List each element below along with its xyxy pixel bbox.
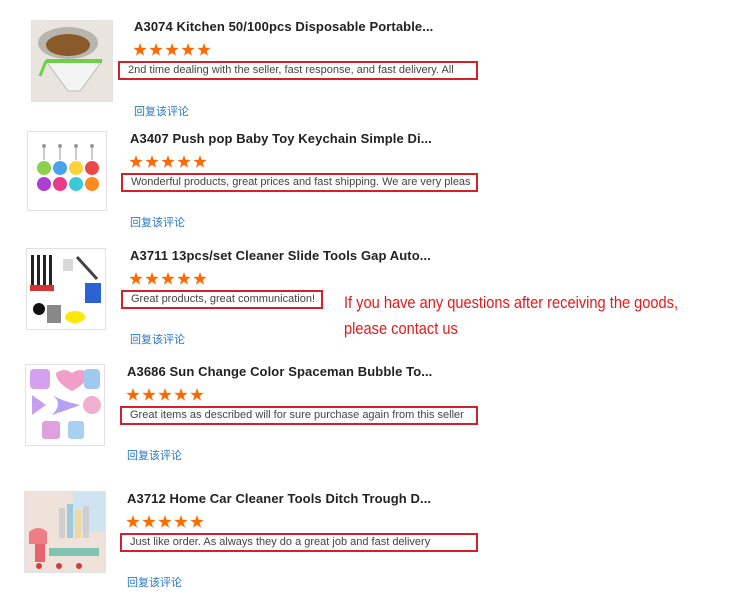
star-icon — [142, 388, 156, 401]
star-icon — [126, 388, 140, 401]
push-pop-keychain-icon — [37, 144, 99, 191]
product-thumbnail[interactable] — [27, 131, 107, 211]
star-icon — [165, 43, 179, 56]
product-title[interactable]: A3407 Push pop Baby Toy Keychain Simple … — [130, 131, 432, 146]
star-rating — [133, 43, 211, 59]
star-icon — [145, 155, 159, 168]
star-icon — [158, 388, 172, 401]
star-icon — [190, 515, 204, 528]
star-icon — [177, 272, 191, 285]
star-icon — [149, 43, 163, 56]
star-icon — [158, 515, 172, 528]
contact-notice-line-2: please contact us — [344, 319, 458, 338]
star-icon — [197, 43, 211, 56]
star-rating — [126, 515, 204, 531]
product-thumbnail[interactable] — [24, 491, 106, 573]
contact-notice-line-1: If you have any questions after receivin… — [344, 293, 679, 312]
cleaning-brush-set-icon — [30, 255, 101, 323]
reply-link[interactable]: 回复该评论 — [134, 103, 189, 119]
product-title[interactable]: A3712 Home Car Cleaner Tools Ditch Troug… — [127, 491, 431, 506]
product-thumbnail[interactable] — [25, 364, 105, 446]
star-icon — [161, 155, 175, 168]
review-comment: 2nd time dealing with the seller, fast r… — [118, 61, 478, 80]
star-icon — [129, 272, 143, 285]
kitchen-strainer-bag-icon — [32, 21, 112, 101]
product-thumbnail[interactable] — [26, 248, 106, 330]
star-icon — [174, 388, 188, 401]
reply-link[interactable]: 回复该评论 — [130, 331, 185, 347]
star-icon — [181, 43, 195, 56]
reply-link[interactable]: 回复该评论 — [127, 447, 182, 463]
review-comment: Great products, great communication! — [121, 290, 323, 309]
star-icon — [161, 272, 175, 285]
review-comment: Just like order. As always they do a gre… — [120, 533, 478, 552]
product-title[interactable]: A3711 13pcs/set Cleaner Slide Tools Gap … — [130, 248, 431, 263]
star-icon — [193, 155, 207, 168]
star-rating — [129, 155, 207, 171]
star-icon — [142, 515, 156, 528]
star-icon — [145, 272, 159, 285]
star-icon — [126, 515, 140, 528]
review-comment: Great items as described will for sure p… — [120, 406, 478, 425]
star-icon — [129, 155, 143, 168]
star-icon — [177, 155, 191, 168]
star-rating — [129, 272, 207, 288]
star-icon — [133, 43, 147, 56]
review-comment: Wonderful products, great prices and fas… — [121, 173, 478, 192]
product-thumbnail[interactable] — [31, 20, 113, 102]
star-icon — [193, 272, 207, 285]
contact-notice: If you have any questions after receivin… — [344, 290, 678, 342]
product-title[interactable]: A3686 Sun Change Color Spaceman Bubble T… — [127, 364, 432, 379]
car-cleaner-tools-icon — [25, 492, 105, 572]
star-rating — [126, 388, 204, 404]
star-icon — [190, 388, 204, 401]
reply-link[interactable]: 回复该评论 — [130, 214, 185, 230]
reply-link[interactable]: 回复该评论 — [127, 574, 182, 590]
bubble-toy-icon — [30, 369, 101, 439]
product-title[interactable]: A3074 Kitchen 50/100pcs Disposable Porta… — [134, 19, 433, 34]
star-icon — [174, 515, 188, 528]
